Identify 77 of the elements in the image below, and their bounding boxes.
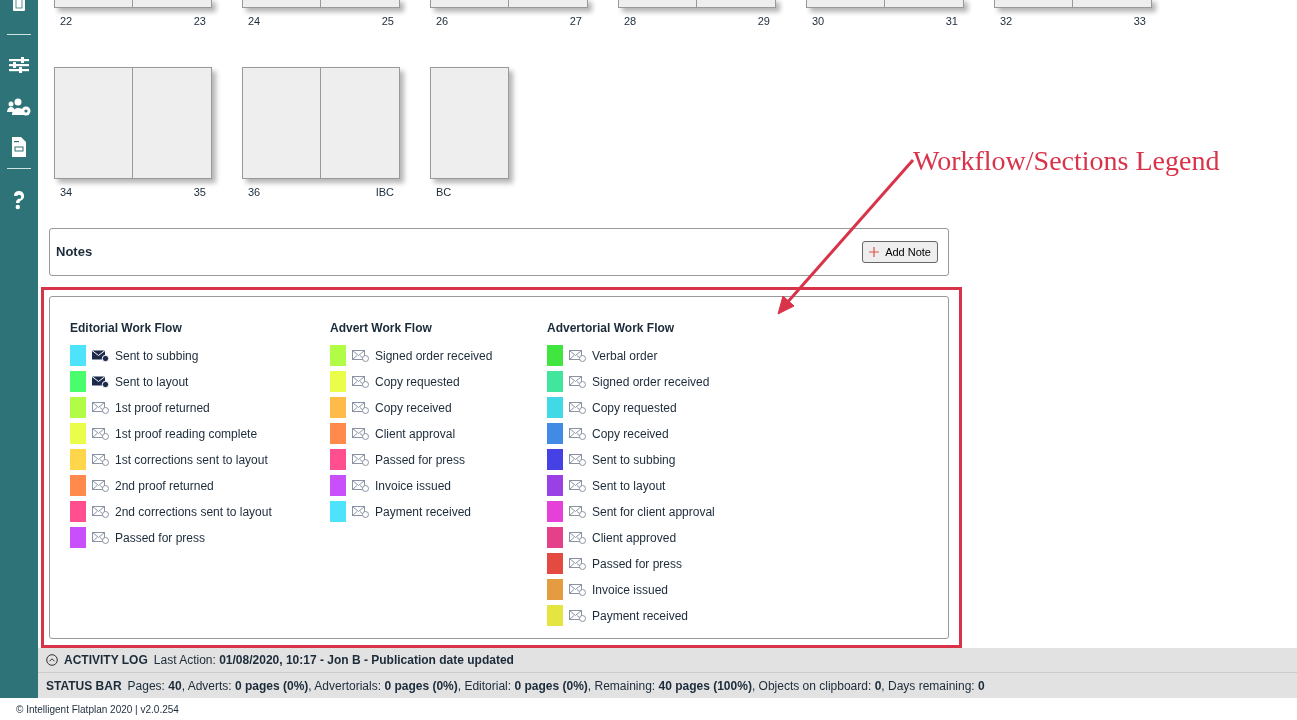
page-number: 36 [248, 184, 261, 200]
page-thumbnail[interactable] [430, 0, 509, 8]
legend-label: Sent to layout [115, 373, 189, 391]
activity-log-label: ACTIVITY LOG [64, 652, 148, 669]
sliders-icon[interactable] [9, 57, 29, 73]
page-number: BC [436, 184, 452, 200]
page-number: 32 [1000, 14, 1013, 29]
page-thumbnail[interactable] [242, 66, 321, 179]
annotation-label: Workflow/Sections Legend [913, 144, 1220, 178]
page-number: IBC [375, 184, 394, 200]
page-number: 29 [757, 14, 770, 29]
legend-heading: Advert Work Flow [330, 320, 433, 337]
legend-label: 2nd corrections sent to layout [115, 503, 272, 521]
page-thumbnail[interactable] [618, 0, 697, 8]
status-bar-label: STATUS BAR [46, 677, 122, 695]
legend-label: Signed order received [592, 373, 710, 391]
page-thumbnail[interactable] [430, 66, 509, 179]
page-number: 35 [193, 184, 206, 200]
legend-label: Copy requested [375, 373, 460, 391]
legend-label: Copy received [375, 399, 452, 417]
legend-label: Invoice issued [375, 477, 452, 495]
legend-label: 1st proof returned [115, 399, 210, 417]
status-text: Pages: 40, Adverts: 0 pages (0%), Advertorials: 0 pages (0%), Editorial: 0 pages (0%), Remaining: 40 pages (100%), Objects on clipboard: 0, Days remaining: 0 [127, 677, 985, 695]
legend-label: Sent to subbing [592, 451, 676, 469]
page-thumbnail[interactable] [54, 66, 133, 179]
legend-label: Passed for press [375, 451, 466, 469]
legend-label: 1st corrections sent to layout [115, 451, 268, 469]
help-icon[interactable] [12, 190, 26, 210]
page-number: 34 [60, 184, 73, 200]
page-thumbnail[interactable] [242, 0, 321, 8]
users-gear-icon[interactable] [7, 98, 31, 116]
page-thumbnail[interactable] [509, 0, 588, 8]
plus-icon [869, 247, 880, 257]
page-thumbnail[interactable] [994, 0, 1073, 8]
page-thumbnail[interactable] [321, 0, 400, 8]
legend-label: Payment received [375, 503, 472, 521]
collapse-icon[interactable] [46, 654, 58, 666]
legend-label: Verbal order [592, 347, 658, 365]
page-number: 24 [248, 14, 261, 29]
page-thumbnail[interactable] [1073, 0, 1152, 8]
legend-label: Client approval [375, 425, 456, 443]
legend-label: Copy received [592, 425, 669, 443]
page-thumbnail[interactable] [885, 0, 964, 8]
legend-label: 2nd proof returned [115, 477, 214, 495]
page-number: 33 [1133, 14, 1146, 29]
legend-label: Sent to subbing [115, 347, 199, 365]
legend-label: Sent for client approval [592, 503, 715, 521]
legend-label: Invoice issued [592, 581, 669, 599]
legend-label: Passed for press [592, 555, 683, 573]
legend-label: Sent to layout [592, 477, 666, 495]
notes-title: Notes [56, 243, 93, 262]
page-thumbnail[interactable] [806, 0, 885, 8]
legend-label: Payment received [592, 607, 689, 625]
page-number: 30 [812, 14, 825, 29]
last-action-text: Last Action: 01/08/2020, 10:17 - Jon B - Publication date updated [153, 652, 514, 669]
legend-label: 1st proof reading complete [115, 425, 258, 443]
legend-label: Copy requested [592, 399, 677, 417]
legend-heading: Editorial Work Flow [70, 320, 183, 337]
page-number: 31 [945, 14, 958, 29]
page-thumbnail[interactable] [321, 66, 400, 179]
page-thumbnail[interactable] [697, 0, 776, 8]
page-thumbnail[interactable] [133, 0, 212, 8]
page-number: 25 [381, 14, 394, 29]
document-icon[interactable] [11, 137, 27, 157]
page-number: 28 [624, 14, 637, 29]
footer-text: © Intelligent Flatplan 2020 | v2.0.254 [15, 702, 180, 717]
legend-heading: Advertorial Work Flow [547, 320, 676, 337]
page-number: 22 [60, 14, 73, 29]
page-number: 23 [193, 14, 206, 29]
legend-label: Signed order received [375, 347, 493, 365]
page-number: 27 [569, 14, 582, 29]
add-note-button[interactable]: Add Note [862, 241, 938, 263]
page-number: 26 [436, 14, 449, 29]
legend-label: Client approved [592, 529, 677, 547]
legend-label: Passed for press [115, 529, 206, 547]
page-thumbnail[interactable] [133, 66, 212, 179]
page-thumbnail[interactable] [54, 0, 133, 8]
